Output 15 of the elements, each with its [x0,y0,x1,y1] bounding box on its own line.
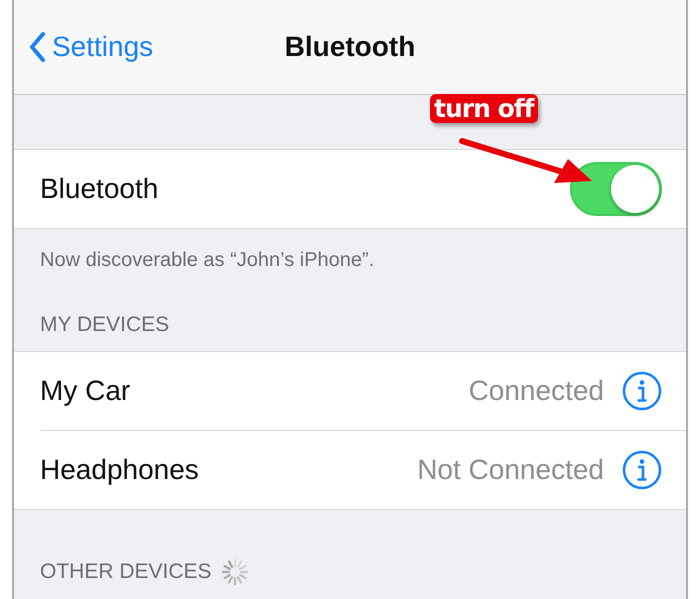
section-header: OTHER DEVICES [40,560,212,584]
screen-title: Bluetooth [284,31,416,63]
device-name: My Car [40,375,130,408]
info-icon[interactable] [622,450,662,490]
back-button[interactable]: Settings [28,31,154,63]
bluetooth-toggle[interactable] [570,162,662,216]
device-name: Headphones [40,454,199,486]
annotation-label: turn off [430,94,538,123]
connection-status: Connected [468,375,604,408]
info-icon[interactable] [622,371,662,412]
bluetooth-label: Bluetooth [40,172,158,205]
section-header: MY DEVICES [40,313,170,338]
discoverable-note: Now discoverable as “John’s iPhone”. [40,248,374,271]
connection-status: Not Connected [417,454,604,486]
back-chevron-icon [28,31,46,63]
